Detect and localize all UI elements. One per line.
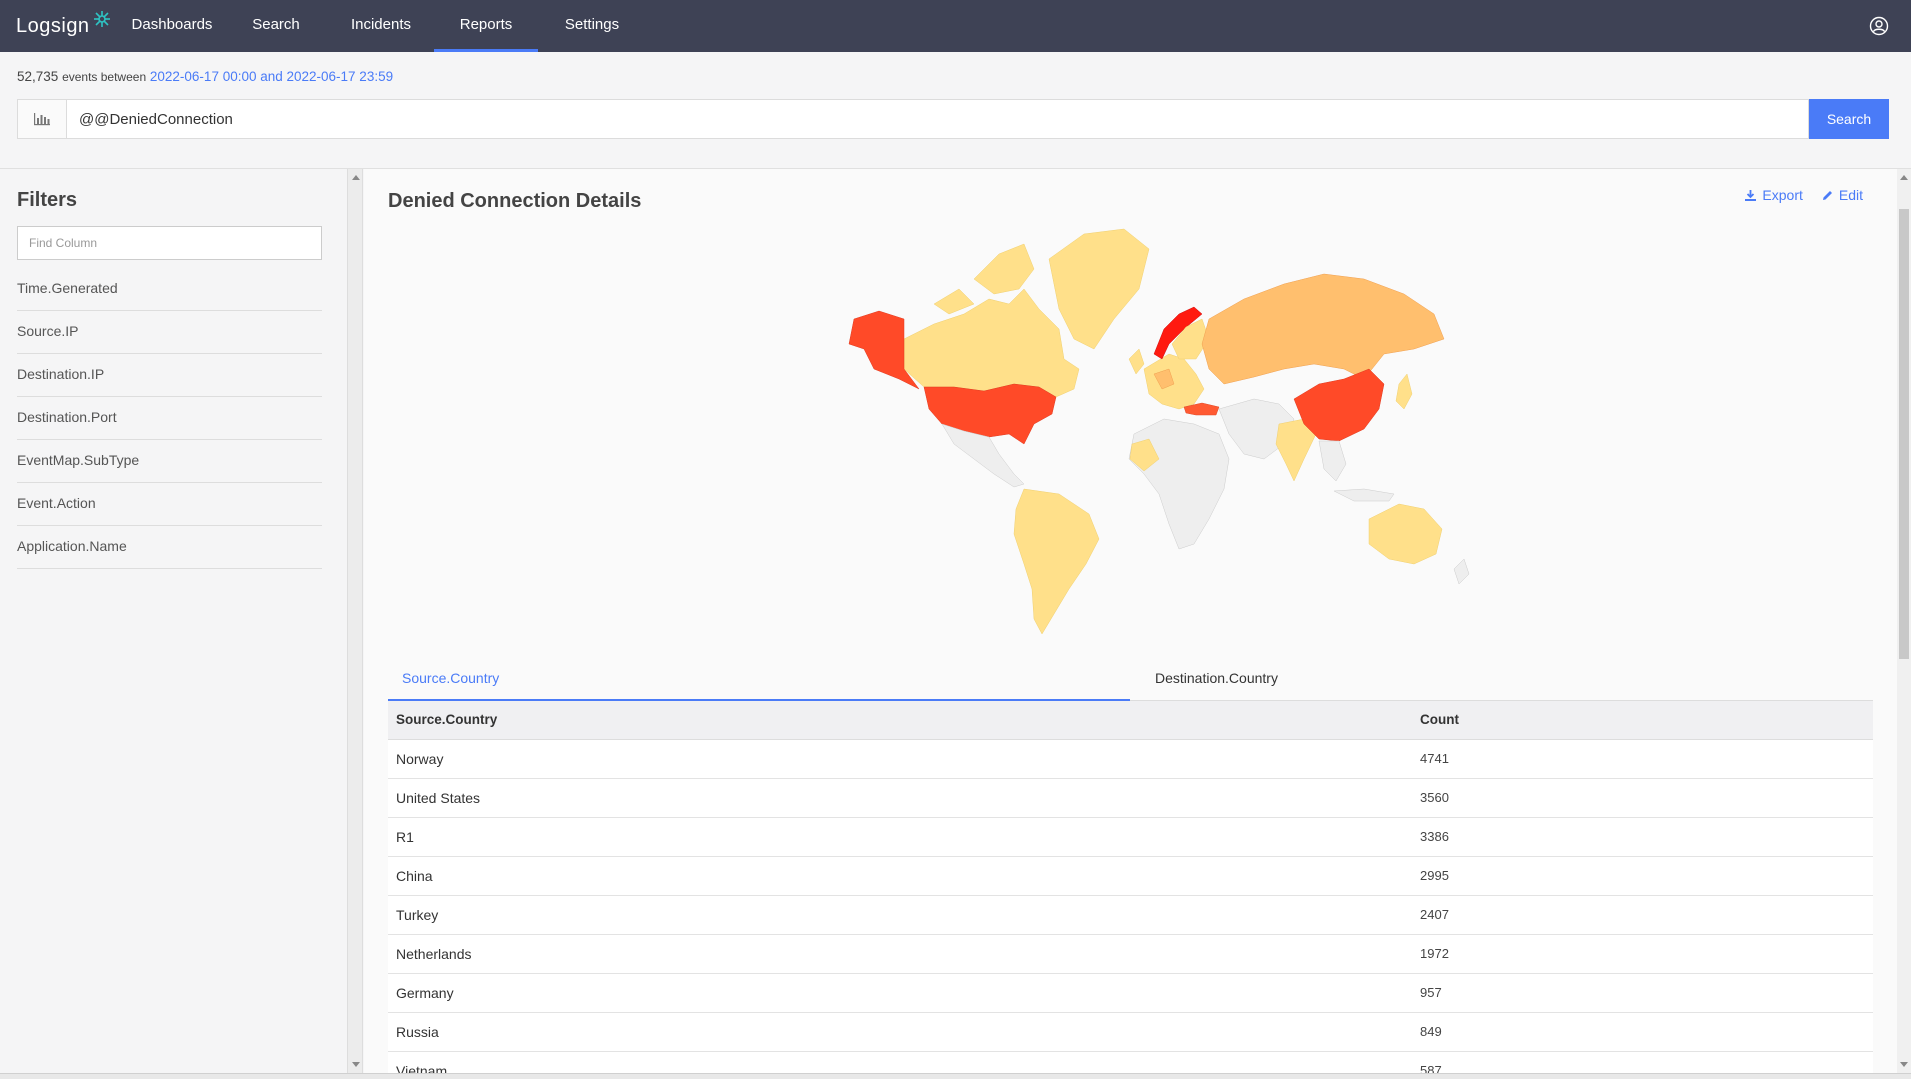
filter-item[interactable]: Destination.IP <box>17 354 322 397</box>
filter-item[interactable]: EventMap.SubType <box>17 440 322 483</box>
logsign-mark-icon <box>93 11 110 27</box>
bar-chart-icon <box>34 113 50 126</box>
nav-reports[interactable]: Reports <box>434 0 538 52</box>
cell-country: Germany <box>396 985 454 1001</box>
cell-country: Turkey <box>396 907 439 923</box>
map-australia[interactable] <box>1368 503 1443 565</box>
nav-search[interactable]: Search <box>240 0 312 52</box>
cell-country: Norway <box>396 751 444 767</box>
map-new-zealand <box>1453 558 1470 585</box>
user-circle-icon[interactable] <box>1869 16 1889 36</box>
cell-count: 2995 <box>1420 868 1449 883</box>
report-actions: Export Edit <box>1744 187 1863 203</box>
country-count-table: Source.Country Count Norway 4741 United S… <box>388 701 1873 1073</box>
filter-item[interactable]: Time.Generated <box>17 268 322 311</box>
cell-count: 3560 <box>1420 790 1449 805</box>
cell-country: Russia <box>396 1024 439 1040</box>
tab-destination-country[interactable]: Destination.Country <box>1130 659 1873 701</box>
nav-dashboards[interactable]: Dashboards <box>122 0 222 52</box>
cell-count: 587 <box>1420 1063 1442 1073</box>
logo-text: Logsign <box>16 14 90 37</box>
filter-item[interactable]: Application.Name <box>17 526 322 569</box>
column-header-country[interactable]: Source.Country <box>388 701 1420 739</box>
world-choropleth-map[interactable] <box>824 219 1504 639</box>
tab-source-country[interactable]: Source.Country <box>388 659 1130 701</box>
filter-item[interactable]: Destination.Port <box>17 397 322 440</box>
cell-count: 849 <box>1420 1024 1442 1039</box>
search-query-input[interactable] <box>67 100 1808 138</box>
find-column-input[interactable] <box>17 226 322 260</box>
search-bar <box>17 99 1809 139</box>
nav-settings[interactable]: Settings <box>548 0 636 52</box>
horizontal-scrollbar[interactable] <box>0 1073 1911 1079</box>
map-uk[interactable] <box>1128 348 1145 375</box>
cell-country: United States <box>396 790 481 806</box>
nav-incidents[interactable]: Incidents <box>335 0 427 52</box>
event-count: 52,735 <box>17 69 59 84</box>
search-button[interactable]: Search <box>1809 99 1889 139</box>
map-south-america[interactable] <box>1013 488 1100 635</box>
scroll-down-icon[interactable] <box>1900 1062 1908 1067</box>
map-europe[interactable] <box>1143 353 1205 410</box>
filter-item[interactable]: Event.Action <box>17 483 322 526</box>
events-between-label: events between <box>62 70 147 84</box>
export-button[interactable]: Export <box>1744 187 1803 203</box>
map-indonesia <box>1333 488 1395 502</box>
cell-count: 3386 <box>1420 829 1449 844</box>
chart-toggle-button[interactable] <box>18 100 67 138</box>
map-japan[interactable] <box>1395 373 1413 410</box>
main-scrollbar[interactable] <box>1897 169 1911 1073</box>
sidebar-scrollbar[interactable] <box>347 169 363 1073</box>
download-icon <box>1745 189 1757 201</box>
export-label: Export <box>1762 187 1803 203</box>
events-summary: 52,735 events between 2022-06-17 00:00 a… <box>17 69 393 84</box>
cell-count: 957 <box>1420 985 1442 1000</box>
map-canada[interactable] <box>903 288 1080 398</box>
cell-country: R1 <box>396 829 414 845</box>
cell-country: Vietnam <box>396 1063 448 1073</box>
map-russia[interactable] <box>1201 273 1445 385</box>
cell-count: 2407 <box>1420 907 1449 922</box>
table-row[interactable]: R1 3386 <box>388 818 1873 857</box>
table-row[interactable]: United States 3560 <box>388 779 1873 818</box>
cell-count: 4741 <box>1420 751 1449 766</box>
cell-count: 1972 <box>1420 946 1449 961</box>
map-africa[interactable] <box>1128 418 1230 550</box>
time-range-link[interactable]: 2022-06-17 00:00 and 2022-06-17 23:59 <box>150 69 393 84</box>
filter-item[interactable]: Source.IP <box>17 311 322 354</box>
edit-button[interactable]: Edit <box>1821 187 1863 203</box>
map-greenland[interactable] <box>1048 228 1150 350</box>
table-header: Source.Country Count <box>388 701 1873 740</box>
filters-sidebar: Filters Time.Generated Source.IP Destina… <box>0 169 347 1073</box>
top-navbar: Logsign Dashboards Search Incidents Repo… <box>0 0 1911 52</box>
table-row[interactable]: Russia 849 <box>388 1013 1873 1052</box>
column-header-count[interactable]: Count <box>1420 701 1459 739</box>
table-row[interactable]: Norway 4741 <box>388 740 1873 779</box>
scroll-down-icon[interactable] <box>352 1062 360 1067</box>
table-row[interactable]: Germany 957 <box>388 974 1873 1013</box>
table-row[interactable]: Netherlands 1972 <box>388 935 1873 974</box>
map-southeast-asia[interactable] <box>1318 440 1347 482</box>
scroll-up-icon[interactable] <box>352 175 360 180</box>
edit-label: Edit <box>1838 187 1863 203</box>
table-row[interactable]: China 2995 <box>388 857 1873 896</box>
cell-country: Netherlands <box>396 946 472 962</box>
filter-list: Time.Generated Source.IP Destination.IP … <box>17 268 322 569</box>
cell-country: China <box>396 868 433 884</box>
map-united-states[interactable] <box>923 383 1057 445</box>
scroll-up-icon[interactable] <box>1900 175 1908 180</box>
table-row[interactable]: Vietnam 587 <box>388 1052 1873 1073</box>
table-row[interactable]: Turkey 2407 <box>388 896 1873 935</box>
pencil-icon <box>1822 190 1832 200</box>
report-title: Denied Connection Details <box>388 190 642 212</box>
scrollbar-thumb[interactable] <box>1899 209 1909 659</box>
report-panel: Denied Connection Details Export Edit So… <box>364 169 1897 1073</box>
app-logo[interactable]: Logsign <box>16 10 112 42</box>
filters-title: Filters <box>17 189 78 211</box>
report-tabs: Source.Country Destination.Country <box>388 659 1873 701</box>
